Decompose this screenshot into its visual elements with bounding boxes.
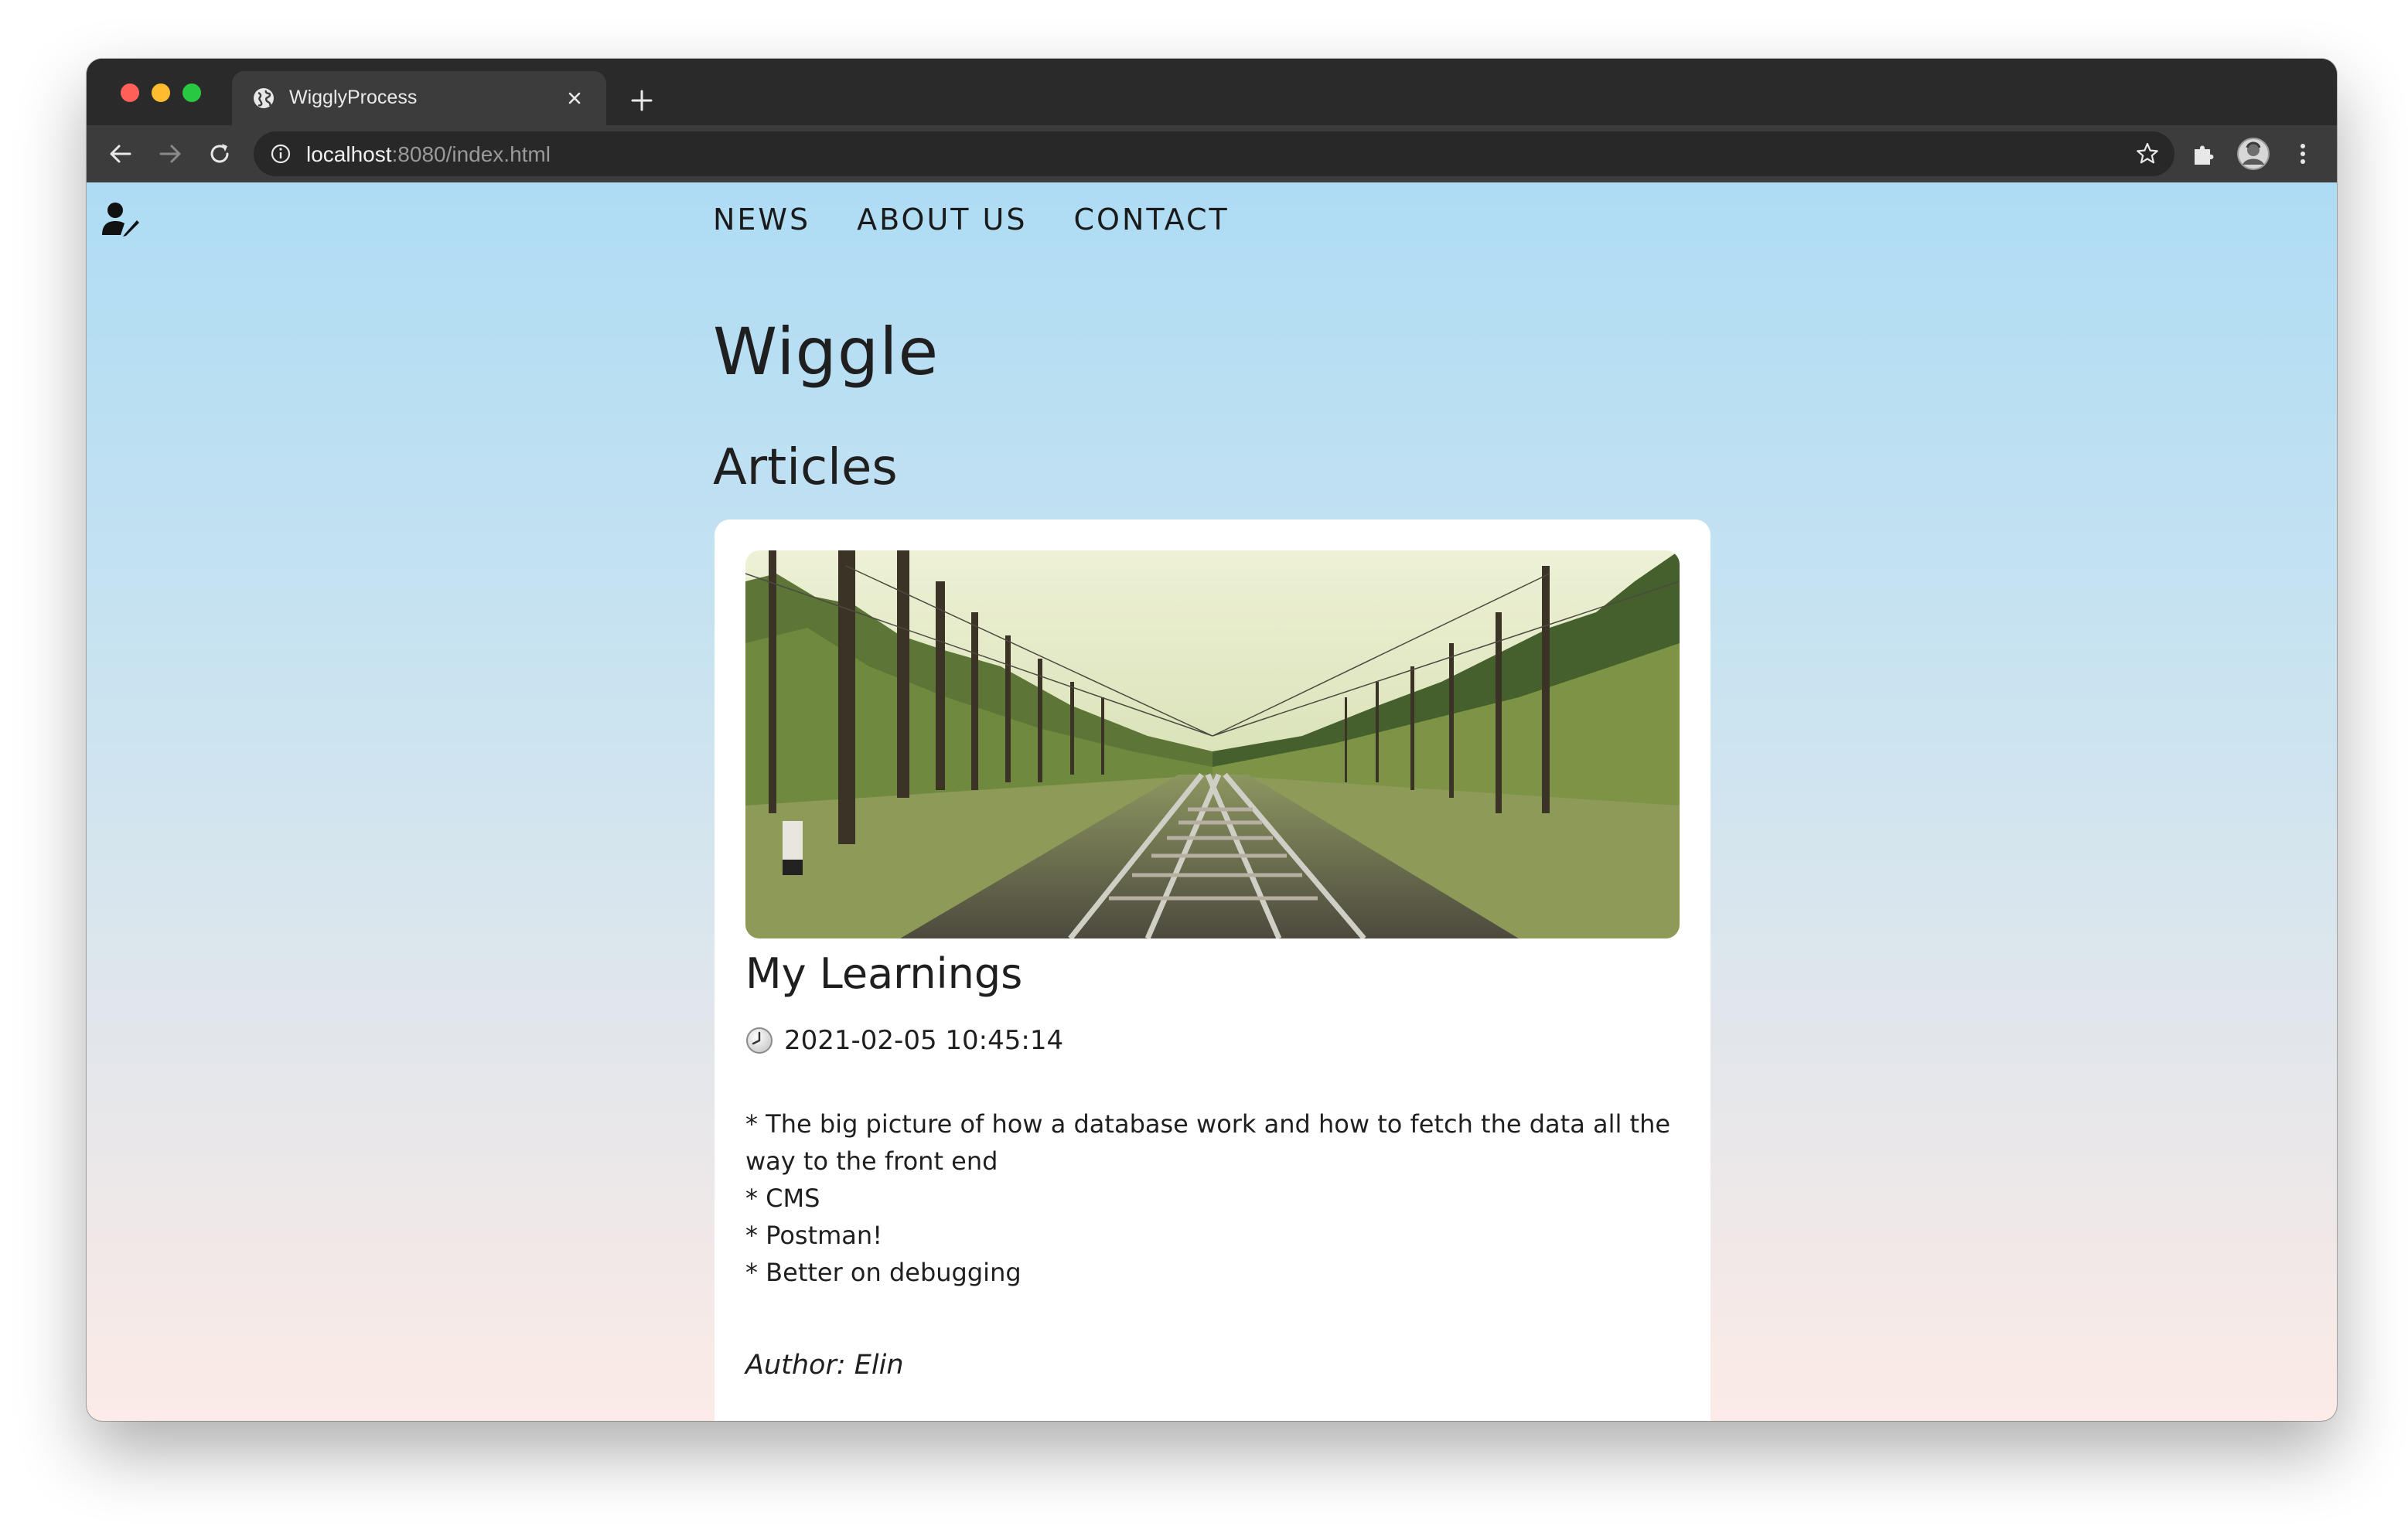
url-path: :8080/index.html xyxy=(391,142,551,166)
url-text: localhost:8080/index.html xyxy=(306,142,551,167)
site-title: Wiggle xyxy=(713,314,940,390)
back-icon[interactable] xyxy=(105,138,136,169)
clock-icon xyxy=(746,1027,773,1054)
address-bar[interactable]: localhost:8080/index.html xyxy=(254,131,2174,176)
user-edit-icon[interactable] xyxy=(102,201,142,238)
reload-icon[interactable] xyxy=(204,138,235,169)
globe-icon xyxy=(254,88,274,108)
browser-toolbar: localhost:8080/index.html xyxy=(87,125,2337,184)
zoom-window-button[interactable] xyxy=(182,83,201,102)
close-window-button[interactable] xyxy=(121,83,139,102)
article-body-line: * The big picture of how a database work… xyxy=(745,1109,1671,1139)
article-body-line: * Better on debugging xyxy=(745,1258,1022,1287)
web-page: NEWS ABOUT US CONTACT Wiggle Articles My… xyxy=(87,182,2337,1421)
article-body: * The big picture of how a database work… xyxy=(745,1105,1681,1291)
nav-news[interactable]: NEWS xyxy=(713,203,810,237)
url-host: localhost xyxy=(306,142,392,166)
article-title[interactable]: My Learnings xyxy=(745,949,1022,998)
article-date: 2021-02-05 10:45:14 xyxy=(745,1025,1063,1056)
close-tab-icon[interactable] xyxy=(563,87,586,110)
article-body-line: way to the front end xyxy=(745,1146,998,1176)
nav-about-us[interactable]: ABOUT US xyxy=(857,203,1027,237)
info-icon[interactable] xyxy=(269,142,292,165)
new-tab-icon[interactable] xyxy=(626,85,657,116)
article-date-text: 2021-02-05 10:45:14 xyxy=(784,1025,1064,1056)
avatar[interactable] xyxy=(2236,137,2270,171)
browser-tab[interactable]: WigglyProcess xyxy=(232,71,606,125)
forward-icon[interactable] xyxy=(155,138,186,169)
article-body-line: * Postman! xyxy=(745,1221,883,1250)
section-title: Articles xyxy=(713,439,898,496)
article-author: Author: Elin xyxy=(745,1350,904,1381)
article-body-line: * CMS xyxy=(745,1184,820,1213)
minimize-window-button[interactable] xyxy=(152,83,170,102)
tab-strip: WigglyProcess xyxy=(87,59,2337,125)
tab-title: WigglyProcess xyxy=(289,87,418,108)
main-nav: NEWS ABOUT US CONTACT xyxy=(713,203,1230,237)
puzzle-icon[interactable] xyxy=(2188,138,2219,169)
nav-contact[interactable]: CONTACT xyxy=(1074,203,1230,237)
browser-window: WigglyProcess localhost:8080/index.html … xyxy=(87,59,2337,1421)
star-icon[interactable] xyxy=(2134,141,2161,167)
article-card: My Learnings 2021-02-05 10:45:14 * The b… xyxy=(715,519,1710,1421)
article-image xyxy=(745,550,1680,938)
kebab-menu-icon[interactable] xyxy=(2287,138,2318,169)
